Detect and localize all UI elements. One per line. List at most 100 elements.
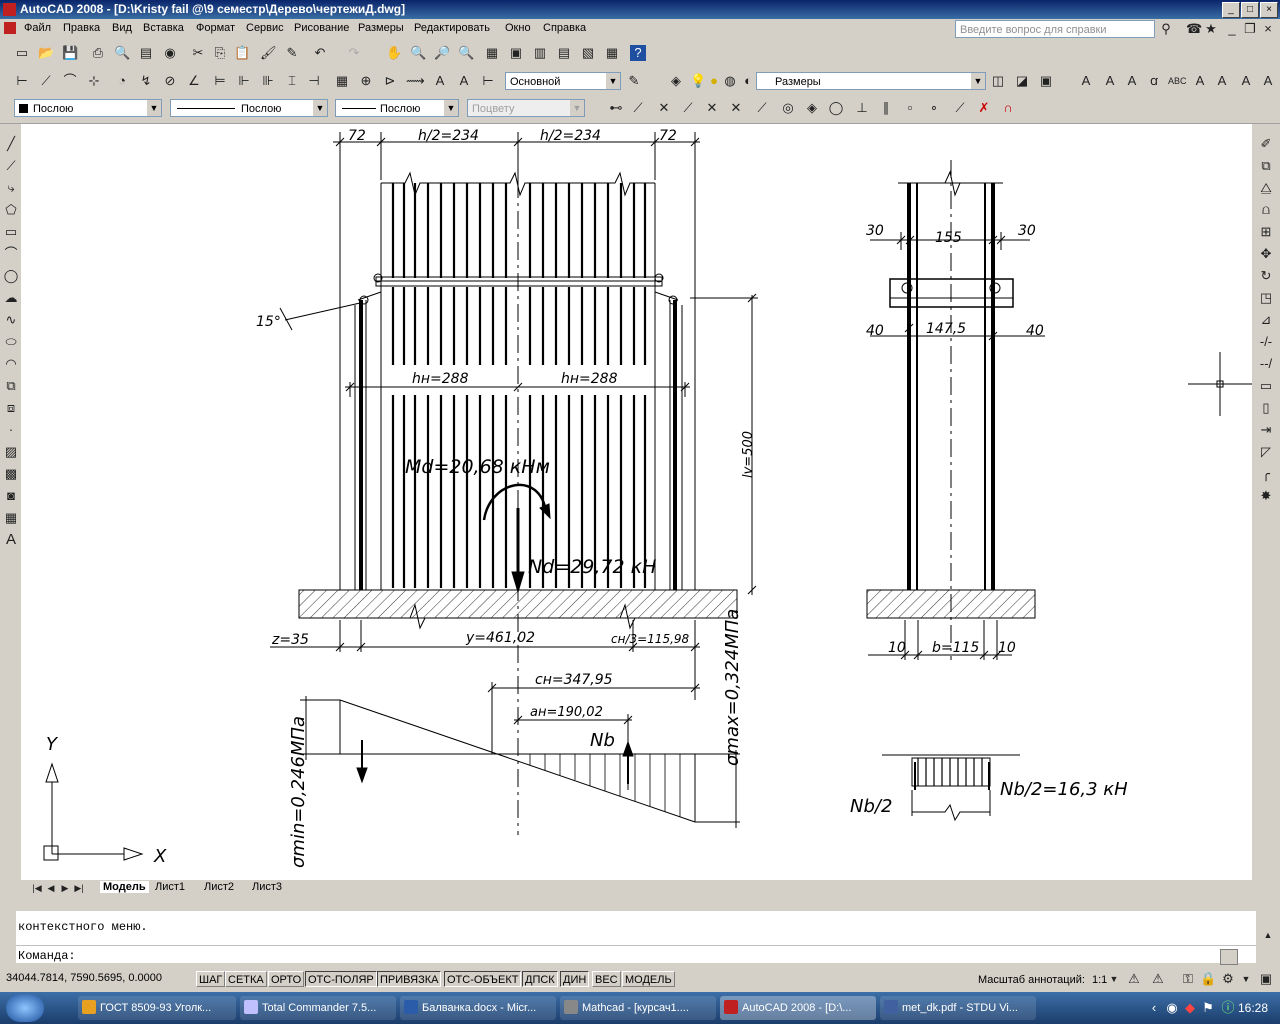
tab-sheet3[interactable]: Лист3 <box>252 881 282 893</box>
drawing-canvas[interactable]: 72 h/2=234 h/2=234 72 15° hн=288 hн=288 … <box>21 124 1252 880</box>
point-icon[interactable]: · <box>3 422 19 438</box>
circle-icon[interactable]: ◯ <box>3 268 19 284</box>
dim-update-icon[interactable]: ⊢ <box>480 73 496 89</box>
new-file-icon[interactable]: ▭ <box>14 45 30 61</box>
rectangle-icon[interactable]: ▭ <box>3 224 19 240</box>
make-block-icon[interactable]: ⧈ <box>3 400 19 416</box>
favorites-icon[interactable]: ★ <box>1203 21 1219 37</box>
communication-center-icon[interactable]: ☎ <box>1186 21 1202 37</box>
plot-style-select[interactable]: Поцвету ▼ <box>467 99 585 117</box>
join-icon[interactable]: ⇥ <box>1258 422 1274 438</box>
hatch-icon[interactable]: ▨ <box>3 444 19 460</box>
insert-block-icon[interactable]: ⧉ <box>3 378 19 394</box>
open-file-icon[interactable]: 📂 <box>38 45 54 61</box>
scale-icon[interactable]: ◳ <box>1258 290 1274 306</box>
doc-icon[interactable] <box>4 22 16 34</box>
spline-icon[interactable]: ∿ <box>3 312 19 328</box>
menu-tools[interactable]: Сервис <box>246 22 284 34</box>
grid-toggle[interactable]: СЕТКА <box>225 971 267 987</box>
snap-none-icon[interactable]: ⟋ <box>952 100 968 116</box>
color-select[interactable]: Послою ▼ <box>14 99 162 117</box>
annotation-visibility-icon[interactable]: ⚠ <box>1126 971 1142 987</box>
line-icon[interactable]: ╱ <box>3 136 19 152</box>
status-menu-icon[interactable]: ▼ <box>1238 971 1254 987</box>
snap-from-icon[interactable]: ⟋ <box>754 100 770 116</box>
ellipse-icon[interactable]: ⬭ <box>3 334 19 350</box>
jogged-linear-icon[interactable]: ⟿ <box>406 73 425 89</box>
break-icon[interactable]: ▯ <box>1258 400 1274 416</box>
snap-insert-icon[interactable]: ▫ <box>902 100 918 116</box>
snap-tangent-icon[interactable]: ◯ <box>828 100 844 116</box>
snap-toggle[interactable]: ШАГ <box>196 971 226 987</box>
dyn-toggle[interactable]: ДИН <box>560 971 590 987</box>
paste-icon[interactable]: 📋 <box>234 45 250 61</box>
layer-states-icon[interactable]: ▣ <box>1038 73 1054 89</box>
ortho-toggle[interactable]: ОРТО <box>268 971 305 987</box>
center-mark-icon[interactable]: ⊕ <box>358 73 374 89</box>
dim-break-icon[interactable]: ⊣ <box>306 73 322 89</box>
multiline-text-icon[interactable]: A <box>3 532 19 548</box>
polar-toggle[interactable]: ОТС-ПОЛЯР <box>305 971 377 987</box>
task-mathcad[interactable]: Mathcad - [курсач1.... <box>560 996 716 1020</box>
ellipse-arc-icon[interactable]: ◠ <box>3 356 19 372</box>
ducs-toggle[interactable]: ДПСК <box>522 971 558 987</box>
aligned-dim-icon[interactable]: ⟋ <box>38 73 54 89</box>
menu-modify[interactable]: Редактировать <box>414 22 490 34</box>
minimize-button[interactable]: _ <box>1222 2 1240 18</box>
fillet-icon[interactable]: ╭ <box>1258 466 1274 482</box>
lineweight-select[interactable]: Послою ▼ <box>335 99 459 117</box>
task-total-commander[interactable]: Total Commander 7.5... <box>240 996 396 1020</box>
sheet-set-icon[interactable]: ▤ <box>556 45 572 61</box>
doc-close-icon[interactable]: × <box>1260 21 1276 37</box>
undo-icon[interactable]: ↶ <box>312 45 328 61</box>
menu-draw[interactable]: Рисование <box>294 22 349 34</box>
command-area[interactable]: контекстного меню. Команда: <box>16 911 1256 965</box>
snap-intersection-icon[interactable]: ✕ <box>656 100 672 116</box>
task-stdu[interactable]: met_dk.pdf - STDU Vi... <box>880 996 1036 1020</box>
layer-manager-icon[interactable]: ◈ <box>668 73 684 89</box>
zoom-window-icon[interactable]: 🔎 <box>434 45 450 61</box>
make-current-layer-icon[interactable]: ◫ <box>990 73 1006 89</box>
calculator-icon[interactable]: ▦ <box>604 45 620 61</box>
tray-chrome-icon[interactable]: ◉ <box>1164 1000 1180 1016</box>
osnap-toggle[interactable]: ПРИВЯЗКА <box>377 971 442 987</box>
text-icon[interactable]: A <box>1078 73 1094 89</box>
copy-object-icon[interactable]: ⧉ <box>1258 158 1274 174</box>
erase-icon[interactable]: ✐ <box>1258 136 1274 152</box>
tray-antivirus-icon[interactable]: ◆ <box>1182 1000 1198 1016</box>
menu-file[interactable]: Файл <box>24 22 51 34</box>
snap-apparent-icon[interactable]: ✕ <box>704 100 720 116</box>
layer-on-icon[interactable]: 💡 <box>690 73 706 89</box>
polygon-icon[interactable]: ⬠ <box>3 202 19 218</box>
properties-icon[interactable]: ▦ <box>484 45 500 61</box>
polyline-icon[interactable]: ⤷ <box>3 180 19 196</box>
dim-edit-icon[interactable]: A <box>432 73 448 89</box>
trim-icon[interactable]: -/- <box>1258 334 1274 350</box>
tool-palettes-icon[interactable]: ▥ <box>532 45 548 61</box>
layer-thaw-icon[interactable]: ● <box>706 73 722 89</box>
scroll-up-icon[interactable]: ▲ <box>1260 927 1276 943</box>
close-button[interactable]: × <box>1260 2 1278 18</box>
menu-format[interactable]: Формат <box>196 22 235 34</box>
menu-view[interactable]: Вид <box>112 22 132 34</box>
text-style-icon[interactable]: A <box>1192 73 1208 89</box>
angular-dim-icon[interactable]: ∠ <box>186 73 202 89</box>
help-search-input[interactable]: Введите вопрос для справки <box>955 20 1155 38</box>
continue-dim-icon[interactable]: ⊪ <box>260 73 276 89</box>
jogged-dim-icon[interactable]: ↯ <box>138 73 154 89</box>
ordinate-dim-icon[interactable]: ⊹ <box>86 73 102 89</box>
tab-sheet1[interactable]: Лист1 <box>155 881 185 893</box>
explode-icon[interactable]: ✸ <box>1258 488 1274 504</box>
radius-dim-icon[interactable]: ◔ <box>114 73 130 89</box>
chevron-down-icon[interactable]: ▼ <box>1106 971 1122 987</box>
redo-icon[interactable]: ↷ <box>346 45 362 61</box>
doc-restore-icon[interactable]: ❐ <box>1242 21 1258 37</box>
justify-text-icon[interactable]: A <box>1238 73 1254 89</box>
revision-cloud-icon[interactable]: ☁ <box>3 290 19 306</box>
otrack-toggle[interactable]: ОТС-ОБЪЕКТ <box>444 971 522 987</box>
menu-dimension[interactable]: Размеры <box>358 22 404 34</box>
layer-color-icon[interactable]: ◐ <box>740 73 756 89</box>
copy-icon[interactable]: ⎘ <box>212 45 228 61</box>
language-flag-icon[interactable]: ⚑ <box>1200 1000 1216 1016</box>
tray-info-icon[interactable]: ⓘ <box>1220 1000 1236 1016</box>
